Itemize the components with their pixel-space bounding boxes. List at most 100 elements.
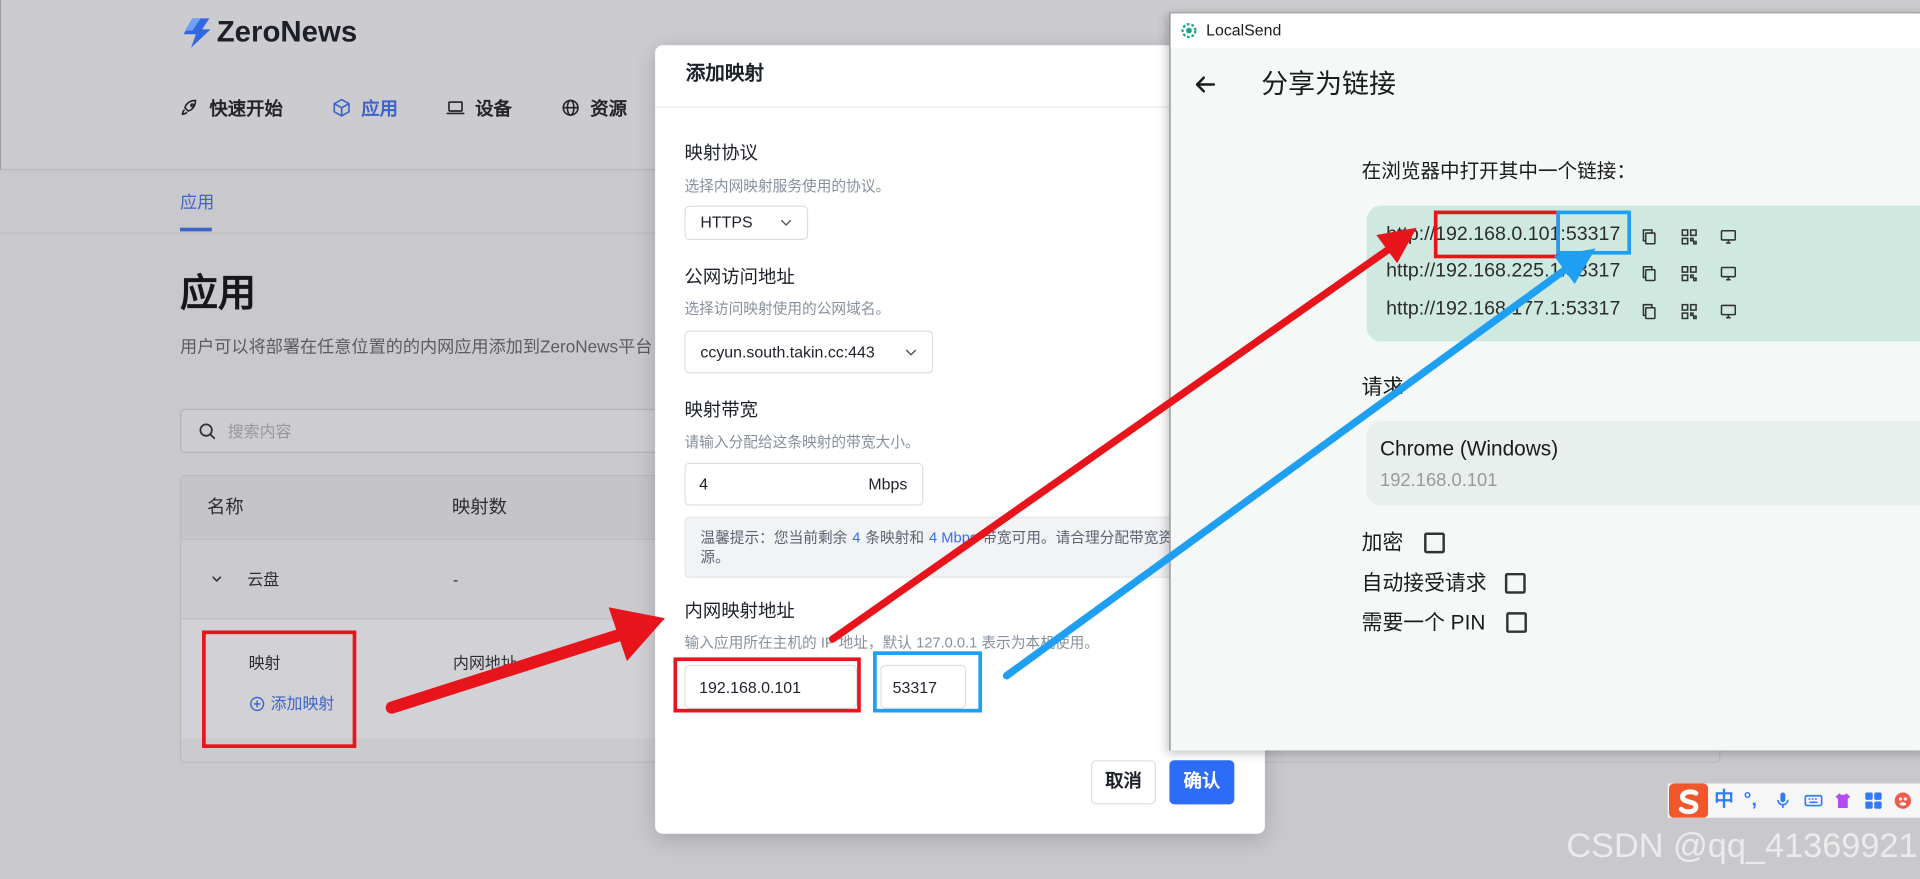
- add-mapping-link[interactable]: 添加映射: [249, 694, 335, 714]
- dialog-title: 添加映射: [685, 63, 765, 85]
- nav-item-apps[interactable]: 应用: [332, 95, 398, 119]
- sogou-logo-icon[interactable]: [1668, 783, 1709, 818]
- share-link[interactable]: http://192.168.177.1:53317: [1386, 296, 1620, 323]
- qr-code-icon[interactable]: [1680, 228, 1698, 246]
- localsend-window: LocalSend 分享为链接 在浏览器中打开其中一个链接： http://19…: [1169, 12, 1920, 751]
- ime-punctuation-toggle[interactable]: °,: [1744, 784, 1757, 818]
- keyboard-icon[interactable]: [1804, 791, 1824, 811]
- bandwidth-hint: 请输入分配给这条映射的带宽大小。: [684, 433, 920, 451]
- request-ip: 192.168.0.101: [1380, 470, 1498, 491]
- monitor-icon[interactable]: [1719, 302, 1737, 320]
- internal-port-field: [880, 664, 967, 709]
- open-link-instruction: 在浏览器中打开其中一个链接：: [1361, 161, 1636, 183]
- requests-heading: 请求: [1361, 375, 1404, 400]
- window-title: LocalSend: [1206, 20, 1282, 40]
- request-card[interactable]: Chrome (Windows) 192.168.0.101: [1366, 421, 1920, 506]
- toolbox-icon[interactable]: [1864, 791, 1884, 811]
- monitor-icon[interactable]: [1719, 264, 1737, 282]
- screen: ZeroNews 快速开始 应用 设备 资源 应用 应用 用户可以将部署在任意位…: [0, 0, 1920, 879]
- add-mapping-label: 添加映射: [270, 694, 335, 713]
- nav-item-resources[interactable]: 资源: [561, 95, 627, 119]
- share-link-title: 分享为链接: [1261, 68, 1396, 100]
- ime-toolbar: 中 °,: [1667, 783, 1920, 818]
- window-titlebar[interactable]: LocalSend: [1170, 13, 1920, 48]
- bandwidth-field: Mbps: [684, 462, 924, 506]
- ime-mode-toggle[interactable]: 中: [1714, 784, 1734, 818]
- lightning-logo-icon: [183, 18, 211, 48]
- encryption-checkbox[interactable]: [1424, 532, 1445, 554]
- microphone-icon[interactable]: [1773, 791, 1793, 811]
- share-links-box: http://192.168.0.101:53317 http://192.16…: [1366, 205, 1920, 342]
- detail-column-internal-address: 内网地址: [453, 653, 517, 673]
- internal-ip-input[interactable]: [699, 665, 847, 708]
- column-header-mapping-count[interactable]: 映射数: [452, 476, 507, 540]
- require-pin-checkbox[interactable]: [1506, 612, 1527, 633]
- search-input[interactable]: [227, 410, 669, 452]
- copy-icon[interactable]: [1640, 302, 1658, 320]
- share-link[interactable]: http://192.168.225.1:53317: [1386, 258, 1620, 285]
- internal-address-label: 内网映射地址: [684, 601, 795, 622]
- row-mapping-count: -: [453, 570, 459, 589]
- nav-item-devices[interactable]: 设备: [446, 95, 512, 119]
- internal-ip-field: [684, 664, 858, 709]
- tip-mappings-left: 4: [852, 528, 861, 547]
- monitor-icon[interactable]: [1719, 228, 1737, 246]
- globe-icon: [562, 99, 579, 116]
- search-box: [180, 408, 695, 453]
- copy-icon[interactable]: [1640, 264, 1658, 282]
- public-address-select[interactable]: ccyun.south.takin.cc:443: [684, 330, 934, 374]
- logo-text: ZeroNews: [216, 15, 358, 49]
- chevron-down-icon: [781, 219, 792, 226]
- protocol-select[interactable]: HTTPS: [684, 205, 809, 240]
- qr-code-icon[interactable]: [1680, 264, 1698, 282]
- bandwidth-input[interactable]: [699, 463, 865, 505]
- public-address-value: ccyun.south.takin.cc:443: [700, 342, 875, 362]
- skin-icon[interactable]: [1833, 791, 1853, 811]
- copy-icon[interactable]: [1640, 228, 1658, 246]
- plus-circle-icon: [250, 696, 265, 712]
- tip-bandwidth-left: 4 Mbps: [929, 528, 978, 547]
- confirm-button[interactable]: 确认: [1169, 760, 1235, 805]
- public-address-label: 公网访问地址: [684, 266, 795, 288]
- internal-port-input[interactable]: [892, 665, 961, 708]
- cancel-button[interactable]: 取消: [1091, 760, 1156, 805]
- bandwidth-label: 映射带宽: [684, 400, 758, 422]
- nav-label: 资源: [590, 98, 627, 120]
- column-header-name[interactable]: 名称: [207, 476, 244, 540]
- auto-accept-checkbox[interactable]: [1504, 572, 1526, 594]
- nav-label: 应用: [361, 98, 398, 120]
- search-icon: [199, 423, 216, 440]
- page-subtitle: 用户可以将部署在任意位置的的内网应用添加到ZeroNews平台: [180, 336, 653, 357]
- zeronews-logo[interactable]: ZeroNews: [179, 15, 357, 52]
- watermark: CSDN @qq_41369921: [1566, 826, 1918, 865]
- nav-label: 快速开始: [209, 98, 283, 120]
- qr-code-icon[interactable]: [1680, 302, 1698, 320]
- share-link[interactable]: http://192.168.0.101:53317: [1386, 222, 1620, 249]
- page-title: 应用: [180, 271, 256, 315]
- laptop-icon: [446, 101, 465, 115]
- tab-active-indicator: [180, 227, 212, 232]
- protocol-label: 映射协议: [684, 143, 758, 165]
- tip-prefix: 温馨提示：您当前剩余: [700, 528, 848, 547]
- request-client: Chrome (Windows): [1380, 437, 1559, 461]
- protocol-hint: 选择内网映射服务使用的协议。: [684, 177, 891, 195]
- option-encryption-label: 加密: [1361, 531, 1404, 555]
- option-require-pin-label: 需要一个 PIN: [1361, 610, 1486, 635]
- bandwidth-unit: Mbps: [868, 475, 908, 494]
- row-app-name: 云盘: [247, 570, 280, 589]
- chevron-down-icon: [906, 349, 917, 355]
- rocket-icon: [181, 99, 197, 116]
- nav-item-quickstart[interactable]: 快速开始: [180, 95, 283, 119]
- tab-apps[interactable]: 应用: [180, 191, 214, 213]
- option-auto-accept-label: 自动接受请求: [1361, 571, 1487, 595]
- localsend-logo-icon: [1181, 23, 1197, 39]
- quota-tip: 温馨提示：您当前剩余 4 条映射和 4 Mbps 带宽可用。请合理分配带宽资源。: [684, 516, 1193, 578]
- back-arrow-icon[interactable]: [1191, 71, 1218, 98]
- protocol-value: HTTPS: [700, 213, 753, 232]
- chevron-down-icon[interactable]: [209, 572, 224, 587]
- detail-label: 映射: [248, 653, 281, 673]
- internal-address-hint: 输入应用所在主机的 IP 地址，默认 127.0.0.1 表示为本机使用。: [684, 634, 1099, 652]
- tip-middle: 条映射和: [865, 528, 925, 547]
- mascot-icon[interactable]: [1893, 791, 1913, 811]
- cube-icon: [333, 98, 350, 117]
